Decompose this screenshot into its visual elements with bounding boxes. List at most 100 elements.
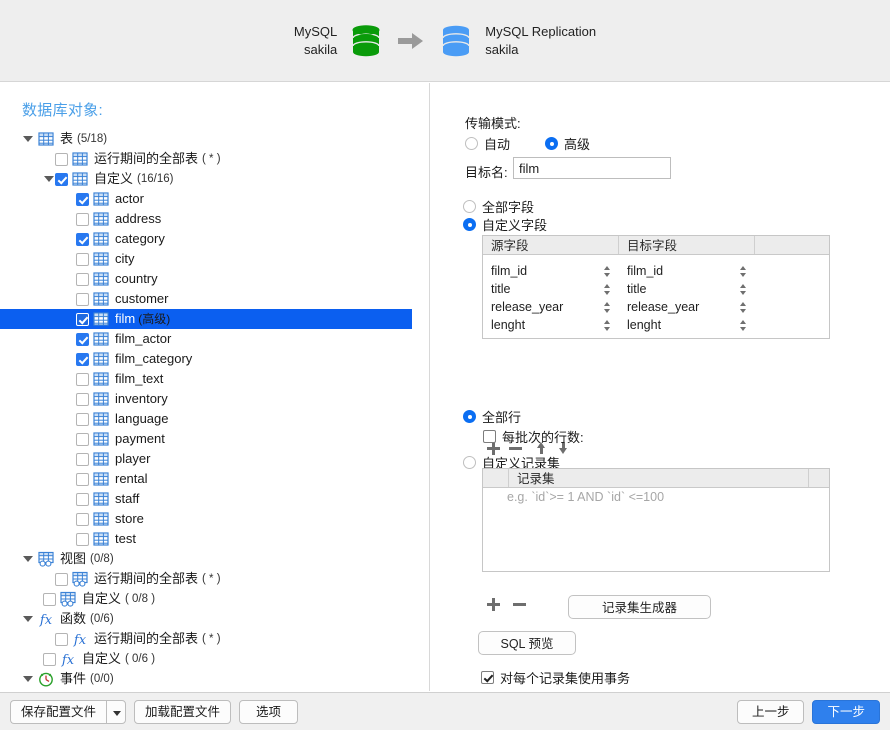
tree-item[interactable]: film (高级) — [0, 309, 412, 329]
tree-item-checkbox[interactable] — [43, 592, 56, 606]
radio-fields-custom[interactable]: 自定义字段 — [463, 215, 547, 234]
tree-item[interactable]: 事件 (0/0) — [0, 669, 429, 689]
use-transaction-checkbox[interactable] — [481, 671, 494, 684]
load-profile-button[interactable]: 加载配置文件 — [134, 699, 232, 724]
table-cell[interactable] — [755, 298, 829, 316]
chevron-down-icon[interactable] — [22, 129, 34, 149]
table-cell[interactable]: film_id — [483, 262, 619, 280]
table-cell[interactable]: lenght — [619, 316, 755, 334]
sql-preview-button[interactable]: SQL 预览 — [478, 631, 576, 655]
tree-item[interactable]: rental — [0, 469, 429, 489]
chevron-down-icon[interactable] — [22, 549, 34, 569]
stepper-icon[interactable] — [603, 265, 612, 278]
tree-item[interactable]: player — [0, 449, 429, 469]
table-cell[interactable]: film_id — [619, 262, 755, 280]
recordset-toolbar[interactable] — [484, 595, 528, 613]
tree-item[interactable]: 运行期间的全部表( * ) — [0, 569, 429, 589]
radio-mode-auto[interactable]: 自动 — [465, 134, 510, 153]
stepper-icon[interactable] — [739, 283, 748, 296]
table-cell[interactable]: title — [619, 280, 755, 298]
stepper-icon[interactable] — [739, 319, 748, 332]
recordset-table[interactable]: 记录集 e.g. `id`>= 1 AND `id` <=100 — [482, 468, 830, 572]
tree-item-checkbox[interactable] — [76, 272, 89, 286]
tree-item-checkbox[interactable] — [76, 512, 89, 526]
tree-item-checkbox[interactable] — [76, 532, 89, 546]
save-profile-button[interactable]: 保存配置文件 — [10, 699, 107, 724]
tree-item[interactable]: film_category — [0, 349, 429, 369]
table-row[interactable]: release_year release_year — [483, 298, 829, 316]
tree-item[interactable]: 运行期间的全部表( * ) — [0, 149, 429, 169]
use-transaction-row[interactable]: 对每个记录集使用事务 — [481, 668, 630, 687]
remove-icon[interactable] — [510, 595, 528, 613]
chevron-down-icon[interactable] — [22, 669, 34, 689]
tree-item-checkbox[interactable] — [76, 352, 89, 366]
table-row[interactable]: lenght lenght — [483, 316, 829, 334]
table-cell[interactable]: lenght — [483, 316, 619, 334]
options-button[interactable]: 选项 — [239, 699, 299, 724]
recordset-placeholder[interactable]: e.g. `id`>= 1 AND `id` <=100 — [483, 488, 829, 506]
recordset-builder-button[interactable]: 记录集生成器 — [568, 595, 711, 619]
tree-item[interactable]: customer — [0, 289, 429, 309]
field-mapping-table[interactable]: 源字段 目标字段 film_id film_id title title release_… — [482, 235, 830, 339]
column-header[interactable]: 目标字段 — [619, 236, 755, 254]
add-icon[interactable] — [484, 595, 502, 613]
tree-item-checkbox[interactable] — [55, 172, 68, 186]
stepper-icon[interactable] — [603, 283, 612, 296]
table-row[interactable]: film_id film_id — [483, 262, 829, 280]
tree-item-checkbox[interactable] — [76, 452, 89, 466]
table-cell[interactable]: title — [483, 280, 619, 298]
tree-item-checkbox[interactable] — [76, 432, 89, 446]
tree-item[interactable]: category — [0, 229, 429, 249]
tree-item-checkbox[interactable] — [76, 252, 89, 266]
table-row[interactable]: title title — [483, 280, 829, 298]
tree-item[interactable]: staff — [0, 489, 429, 509]
tree-item-checkbox[interactable] — [76, 332, 89, 346]
stepper-icon[interactable] — [739, 301, 748, 314]
tree-item[interactable]: actor — [0, 189, 429, 209]
column-header[interactable]: 源字段 — [483, 236, 619, 254]
stepper-icon[interactable] — [603, 319, 612, 332]
target-name-input[interactable] — [513, 157, 671, 179]
table-cell[interactable] — [755, 316, 829, 334]
tree-item[interactable]: country — [0, 269, 429, 289]
field-mapping-body[interactable]: film_id film_id title title release_year rele… — [483, 255, 829, 334]
tree-item-checkbox[interactable] — [43, 652, 56, 666]
tree-item-checkbox[interactable] — [76, 292, 89, 306]
tree-item-checkbox[interactable] — [55, 572, 68, 586]
object-tree[interactable]: 表 (5/18) 运行期间的全部表( * ) 自定义 (16/16) actor addre… — [0, 129, 429, 691]
tree-item[interactable]: fx 运行期间的全部表( * ) — [0, 629, 429, 649]
column-header[interactable] — [483, 469, 509, 487]
table-cell[interactable]: release_year — [619, 298, 755, 316]
previous-step-button[interactable]: 上一步 — [736, 699, 805, 724]
tree-item-checkbox[interactable] — [76, 192, 89, 206]
tree-item-checkbox[interactable] — [76, 492, 89, 506]
column-header[interactable] — [809, 469, 829, 487]
tree-item[interactable]: payment — [0, 429, 429, 449]
chevron-down-icon[interactable] — [106, 699, 127, 724]
next-step-button[interactable]: 下一步 — [812, 699, 880, 724]
tree-item[interactable]: fx 函数 (0/6) — [0, 609, 429, 629]
tree-item[interactable]: 自定义 (16/16) — [0, 169, 429, 189]
tree-item-checkbox[interactable] — [76, 472, 89, 486]
save-profile-split-button[interactable]: 保存配置文件 — [10, 699, 127, 724]
column-header[interactable] — [755, 236, 829, 254]
tree-item[interactable]: film_actor — [0, 329, 429, 349]
table-cell[interactable] — [755, 280, 829, 298]
tree-item[interactable]: 自定义( 0/8 ) — [0, 589, 429, 609]
tree-item-checkbox[interactable] — [76, 412, 89, 426]
tree-item-checkbox[interactable] — [76, 232, 89, 246]
batch-size-row[interactable]: 每批次的行数: — [483, 427, 584, 446]
table-cell[interactable]: release_year — [483, 298, 619, 316]
tree-item-checkbox[interactable] — [76, 392, 89, 406]
radio-rows-all[interactable]: 全部行 — [463, 407, 521, 426]
tree-item-checkbox[interactable] — [55, 152, 68, 166]
chevron-down-icon[interactable] — [43, 169, 55, 189]
tree-item[interactable]: store — [0, 509, 429, 529]
stepper-icon[interactable] — [603, 301, 612, 314]
tree-item[interactable]: test — [0, 529, 429, 549]
radio-mode-advanced[interactable]: 高级 — [545, 134, 590, 153]
tree-item-checkbox[interactable] — [55, 632, 68, 646]
radio-fields-all[interactable]: 全部字段 — [463, 197, 534, 216]
tree-item[interactable]: fx 自定义( 0/6 ) — [0, 649, 429, 669]
tree-item-checkbox[interactable] — [76, 372, 89, 386]
